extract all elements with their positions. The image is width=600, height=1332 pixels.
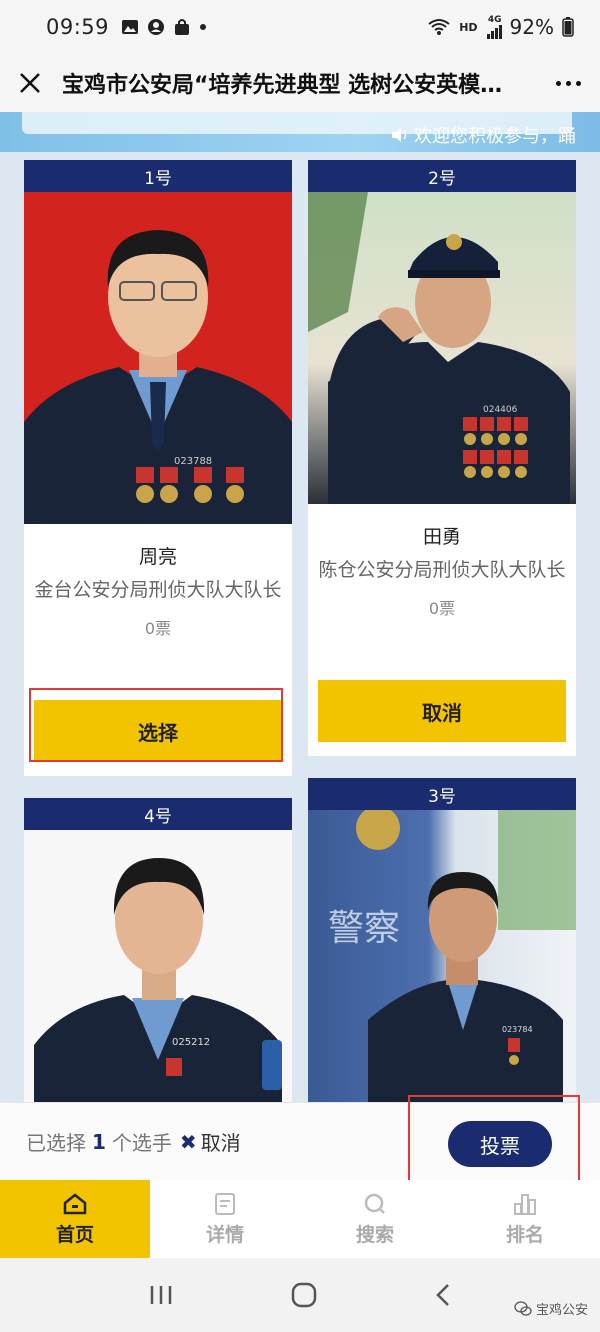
officer-portrait: 025212 (34, 858, 282, 1102)
candidate-number: 4号 (24, 798, 292, 830)
candidate-photo: 024406 (308, 192, 576, 504)
tab-search[interactable]: 搜索 (300, 1180, 450, 1258)
candidate-number: 1号 (24, 160, 292, 192)
candidate-card[interactable]: 4号 025212 (24, 798, 292, 1102)
wifi-icon (428, 19, 450, 35)
candidate-number: 3号 (308, 778, 576, 810)
tab-label: 详情 (205, 1223, 244, 1246)
announcement-banner: 欢迎您积极参与，踊 (0, 112, 600, 152)
status-notification-icons (121, 18, 207, 36)
candidate-desc: 金台公安分局刑侦大队大队长 (34, 579, 282, 601)
candidate-grid: 1号 023788 周亮 金台公安分局刑侦大队大队长 0票 选择 2号 0244… (0, 152, 600, 1102)
marquee: 欢迎您积极参与，踊 (390, 122, 576, 148)
ranking-icon (514, 1193, 536, 1215)
bag-icon (175, 19, 190, 35)
cancel-vote-button[interactable]: 取消 (318, 680, 566, 742)
title-bar: 宝鸡市公安局“培养先进典型 选树公安英模… (0, 54, 600, 112)
highlight-annotation (408, 1095, 580, 1187)
badge-number: 023788 (174, 456, 212, 467)
more-button[interactable] (538, 54, 598, 112)
candidate-photo: 警察 023784 (308, 810, 576, 1102)
close-button[interactable] (0, 54, 60, 112)
close-icon (20, 73, 40, 93)
status-system-icons: HD 4G 92% (427, 15, 574, 39)
tab-label: 首页 (55, 1223, 94, 1246)
signal-group: 4G (486, 14, 502, 39)
candidate-card[interactable]: 1号 023788 周亮 金台公安分局刑侦大队大队长 0票 选择 (24, 160, 292, 776)
signal-label: 4G (487, 14, 502, 25)
candidate-card[interactable]: 3号 警察 023784 (308, 778, 576, 1102)
tab-details[interactable]: 详情 (150, 1180, 300, 1258)
candidate-desc: 陈仓公安分局刑侦大队大队长 (318, 559, 566, 581)
candidate-number: 2号 (308, 160, 576, 192)
selection-count: 1 (92, 1129, 106, 1154)
back-icon[interactable] (434, 1283, 452, 1307)
candidate-votes: 0票 (428, 599, 456, 618)
candidate-name: 周亮 (138, 546, 177, 568)
marquee-text: 欢迎您积极参与，踊 (414, 126, 576, 147)
battery-icon (562, 17, 574, 37)
tab-ranking[interactable]: 排名 (450, 1180, 600, 1258)
tab-home[interactable]: 首页 (0, 1180, 150, 1258)
wechat-icon (514, 1300, 532, 1316)
status-time: 09:59 (46, 15, 110, 39)
detail-icon (215, 1192, 235, 1215)
close-icon: ✖ (179, 1129, 197, 1154)
clear-selection-button[interactable]: ✖ 取消 (180, 1127, 241, 1156)
selection-prefix: 已选择 (26, 1131, 86, 1155)
clear-selection-label: 取消 (200, 1131, 241, 1155)
image-icon (122, 20, 139, 34)
officer-portrait: 警察 023784 (328, 810, 576, 1102)
dot-icon (200, 24, 207, 30)
more-icon-dot (565, 80, 571, 86)
recent-apps-icon[interactable] (148, 1284, 174, 1306)
candidate-photo: 025212 (24, 830, 292, 1102)
tab-bar: 首页 详情 搜索 排名 (0, 1180, 600, 1258)
home-nav-icon[interactable] (290, 1281, 318, 1309)
signal-icon (486, 24, 502, 39)
candidate-name: 田勇 (422, 526, 461, 548)
search-icon (364, 1193, 385, 1214)
highlight-annotation (29, 688, 283, 762)
svg-text:警察: 警察 (328, 908, 400, 949)
officer-portrait: 023788 (24, 230, 292, 524)
candidate-photo: 023788 (24, 192, 292, 524)
selection-suffix: 个选手 (111, 1131, 172, 1155)
account-icon (148, 19, 165, 35)
officer-portrait: 024406 (308, 192, 570, 504)
tab-label: 排名 (505, 1223, 544, 1246)
badge-number: 024406 (483, 405, 518, 415)
candidate-card[interactable]: 2号 024406 田勇 陈仓公安分局刑侦大队大队长 0票 取消 (308, 160, 576, 756)
candidate-votes: 0票 (144, 619, 172, 638)
system-nav-bar: 宝鸡公安 (0, 1258, 600, 1332)
status-bar: 09:59 HD 4G 92% (0, 0, 600, 54)
network-type: HD (459, 20, 478, 34)
more-icon-dot (575, 80, 581, 86)
badge-number: 023784 (502, 1025, 533, 1034)
speaker-icon (392, 128, 407, 142)
tab-label: 搜索 (355, 1223, 394, 1246)
badge-number: 025212 (172, 1037, 210, 1048)
page-title: 宝鸡市公安局“培养先进典型 选树公安英模… (62, 73, 503, 98)
watermark-text: 宝鸡公安 (535, 1303, 588, 1318)
watermark: 宝鸡公安 (514, 1299, 588, 1318)
battery-level: 92% (509, 15, 554, 39)
more-icon (555, 80, 561, 86)
home-icon (63, 1192, 87, 1214)
